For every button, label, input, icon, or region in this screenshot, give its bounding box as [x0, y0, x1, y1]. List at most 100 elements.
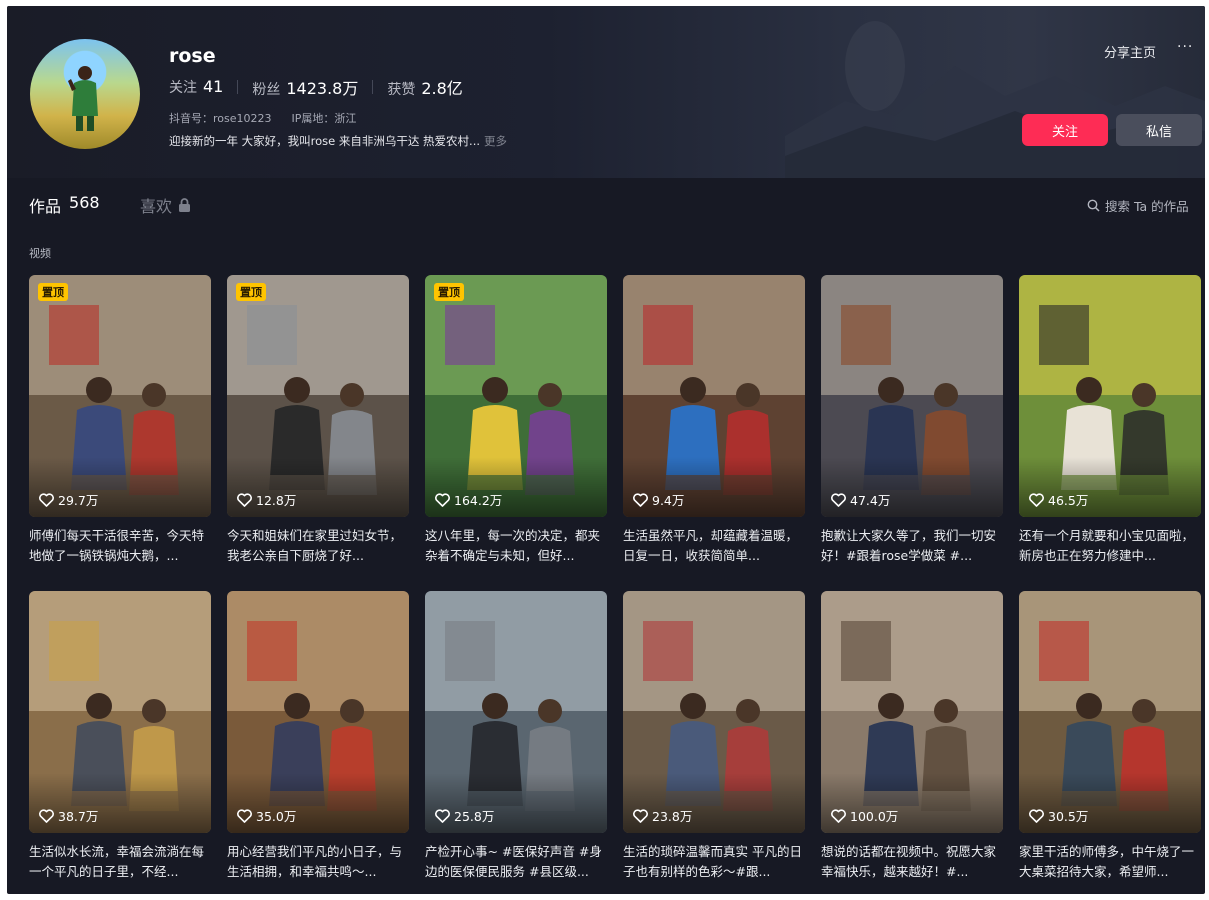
- video-likes-count: 47.4万: [850, 493, 891, 508]
- video-likes: 23.8万: [633, 806, 692, 825]
- profile-name: rose: [169, 45, 216, 67]
- video-caption[interactable]: 生活虽然平凡，却蕴藏着温暖，日复一日，收获简简单...: [623, 526, 805, 566]
- likes-stat: 获赞 2.8亿: [387, 75, 462, 99]
- video-caption[interactable]: 这八年里，每一次的决定，都夹杂着不确定与未知，但好...: [425, 526, 607, 566]
- video-card[interactable]: 47.4万抱歉让大家久等了，我们一切安好！#跟着rose学做菜 #...: [821, 275, 1003, 566]
- bio-more-link[interactable]: 更多: [484, 134, 507, 148]
- video-likes: 12.8万: [237, 490, 296, 509]
- video-likes-count: 30.5万: [1048, 809, 1089, 824]
- video-thumbnail[interactable]: 46.5万: [1019, 275, 1201, 517]
- video-card[interactable]: 100.0万想说的话都在视频中。祝愿大家幸福快乐，越来越好！#...: [821, 591, 1003, 882]
- video-caption[interactable]: 产检开心事~ #医保好声音 #身边的医保便民服务 #县区级...: [425, 842, 607, 882]
- ip-location: IP属地：浙江: [291, 112, 357, 125]
- video-likes: 164.2万: [435, 490, 502, 509]
- video-thumbnail[interactable]: 30.5万: [1019, 591, 1201, 833]
- video-likes-count: 9.4万: [652, 493, 685, 508]
- video-caption[interactable]: 师傅们每天干活很辛苦，今天特地做了一锅铁锅炖大鹅，...: [29, 526, 211, 566]
- search-works[interactable]: 搜索 Ta 的作品: [1087, 196, 1189, 215]
- message-button[interactable]: 私信: [1116, 114, 1202, 146]
- profile-header: rose 关注 41 粉丝 1423.8万 获赞 2.8亿 抖音号：rose10…: [7, 6, 1205, 178]
- video-card[interactable]: 置顶 29.7万师傅们每天干活很辛苦，今天特地做了一锅铁锅炖大鹅，...: [29, 275, 211, 566]
- video-card[interactable]: 38.7万生活似水长流，幸福会流淌在每一个平凡的日子里，不经...: [29, 591, 211, 882]
- heart-icon: [633, 492, 648, 507]
- video-caption[interactable]: 想说的话都在视频中。祝愿大家幸福快乐，越来越好！#...: [821, 842, 1003, 882]
- tab-likes[interactable]: 喜欢: [140, 193, 191, 217]
- video-likes: 25.8万: [435, 806, 494, 825]
- video-thumbnail[interactable]: 38.7万: [29, 591, 211, 833]
- following-count: 41: [203, 77, 224, 96]
- video-caption[interactable]: 用心经营我们平凡的小日子，与生活相拥，和幸福共鸣～...: [227, 842, 409, 882]
- tab-works-count: 568: [69, 193, 100, 212]
- avatar[interactable]: [30, 39, 140, 149]
- video-thumbnail[interactable]: 25.8万: [425, 591, 607, 833]
- video-card[interactable]: 35.0万用心经营我们平凡的小日子，与生活相拥，和幸福共鸣～...: [227, 591, 409, 882]
- video-likes: 46.5万: [1029, 490, 1088, 509]
- fans-count: 1423.8万: [286, 79, 359, 98]
- lock-icon: [179, 198, 191, 212]
- video-likes-count: 35.0万: [256, 809, 297, 824]
- heart-icon: [633, 808, 648, 823]
- video-likes-count: 100.0万: [850, 809, 899, 824]
- stat-divider: [372, 80, 374, 94]
- likes-received-count: 2.8亿: [421, 79, 463, 98]
- video-likes: 30.5万: [1029, 806, 1088, 825]
- pinned-badge: 置顶: [38, 283, 68, 301]
- video-likes: 9.4万: [633, 490, 684, 509]
- tab-works-label: 作品: [29, 197, 62, 216]
- bio-text: 迎接新的一年 大家好，我叫rose 来自非洲乌干达 热爱农村...: [169, 134, 481, 148]
- video-likes: 100.0万: [831, 806, 898, 825]
- video-thumbnail[interactable]: 35.0万: [227, 591, 409, 833]
- video-caption[interactable]: 生活似水长流，幸福会流淌在每一个平凡的日子里，不经...: [29, 842, 211, 882]
- fans-label: 粉丝: [252, 82, 281, 98]
- heart-icon: [237, 808, 252, 823]
- video-caption[interactable]: 还有一个月就要和小宝见面啦，新房也正在努力修建中...: [1019, 526, 1201, 566]
- video-thumbnail[interactable]: 置顶 12.8万: [227, 275, 409, 517]
- video-thumbnail[interactable]: 100.0万: [821, 591, 1003, 833]
- video-caption[interactable]: 今天和姐妹们在家里过妇女节，我老公亲自下厨烧了好...: [227, 526, 409, 566]
- profile-bio: 迎接新的一年 大家好，我叫rose 来自非洲乌干达 热爱农村... 更多: [169, 133, 507, 149]
- video-thumbnail[interactable]: 47.4万: [821, 275, 1003, 517]
- heart-icon: [831, 492, 846, 507]
- video-card[interactable]: 25.8万产检开心事~ #医保好声音 #身边的医保便民服务 #县区级...: [425, 591, 607, 882]
- video-likes-count: 38.7万: [58, 809, 99, 824]
- video-caption[interactable]: 抱歉让大家久等了，我们一切安好！#跟着rose学做菜 #...: [821, 526, 1003, 566]
- pinned-badge: 置顶: [236, 283, 266, 301]
- video-caption[interactable]: 生活的琐碎温馨而真实 平凡的日子也有别样的色彩～#跟...: [623, 842, 805, 882]
- heart-icon: [39, 808, 54, 823]
- following-stat[interactable]: 关注 41: [169, 77, 223, 97]
- video-likes-count: 23.8万: [652, 809, 693, 824]
- video-card[interactable]: 置顶 12.8万今天和姐妹们在家里过妇女节，我老公亲自下厨烧了好...: [227, 275, 409, 566]
- video-card[interactable]: 46.5万还有一个月就要和小宝见面啦，新房也正在努力修建中...: [1019, 275, 1201, 566]
- video-likes: 38.7万: [39, 806, 98, 825]
- following-label: 关注: [169, 80, 197, 96]
- video-caption[interactable]: 家里干活的师傅多，中午烧了一大桌菜招待大家，希望师...: [1019, 842, 1201, 882]
- header-background-art: [785, 21, 1205, 178]
- profile-stats: 关注 41 粉丝 1423.8万 获赞 2.8亿: [169, 75, 463, 99]
- follow-button[interactable]: 关注: [1022, 114, 1108, 146]
- video-card[interactable]: 9.4万生活虽然平凡，却蕴藏着温暖，日复一日，收获简简单...: [623, 275, 805, 566]
- video-thumbnail[interactable]: 置顶 29.7万: [29, 275, 211, 517]
- douyin-id: 抖音号：rose10223: [169, 112, 272, 125]
- heart-icon: [435, 492, 450, 507]
- heart-icon: [237, 492, 252, 507]
- tab-works[interactable]: 作品 568: [29, 193, 100, 217]
- video-likes-count: 164.2万: [454, 493, 503, 508]
- video-likes-count: 46.5万: [1048, 493, 1089, 508]
- video-card[interactable]: 23.8万生活的琐碎温馨而真实 平凡的日子也有别样的色彩～#跟...: [623, 591, 805, 882]
- video-card[interactable]: 30.5万家里干活的师傅多，中午烧了一大桌菜招待大家，希望师...: [1019, 591, 1201, 882]
- heart-icon: [831, 808, 846, 823]
- video-thumbnail[interactable]: 23.8万: [623, 591, 805, 833]
- pinned-badge: 置顶: [434, 283, 464, 301]
- likes-received-label: 获赞: [387, 82, 416, 98]
- video-card[interactable]: 置顶 164.2万这八年里，每一次的决定，都夹杂着不确定与未知，但好...: [425, 275, 607, 566]
- profile-page: rose 关注 41 粉丝 1423.8万 获赞 2.8亿 抖音号：rose10…: [7, 6, 1205, 894]
- search-label: 搜索 Ta 的作品: [1105, 199, 1189, 214]
- fans-stat[interactable]: 粉丝 1423.8万: [252, 75, 358, 99]
- video-likes: 35.0万: [237, 806, 296, 825]
- video-thumbnail[interactable]: 置顶 164.2万: [425, 275, 607, 517]
- share-profile-link[interactable]: 分享主页: [1104, 42, 1156, 61]
- heart-icon: [1029, 808, 1044, 823]
- video-thumbnail[interactable]: 9.4万: [623, 275, 805, 517]
- more-options-icon[interactable]: ···: [1177, 39, 1193, 55]
- heart-icon: [39, 492, 54, 507]
